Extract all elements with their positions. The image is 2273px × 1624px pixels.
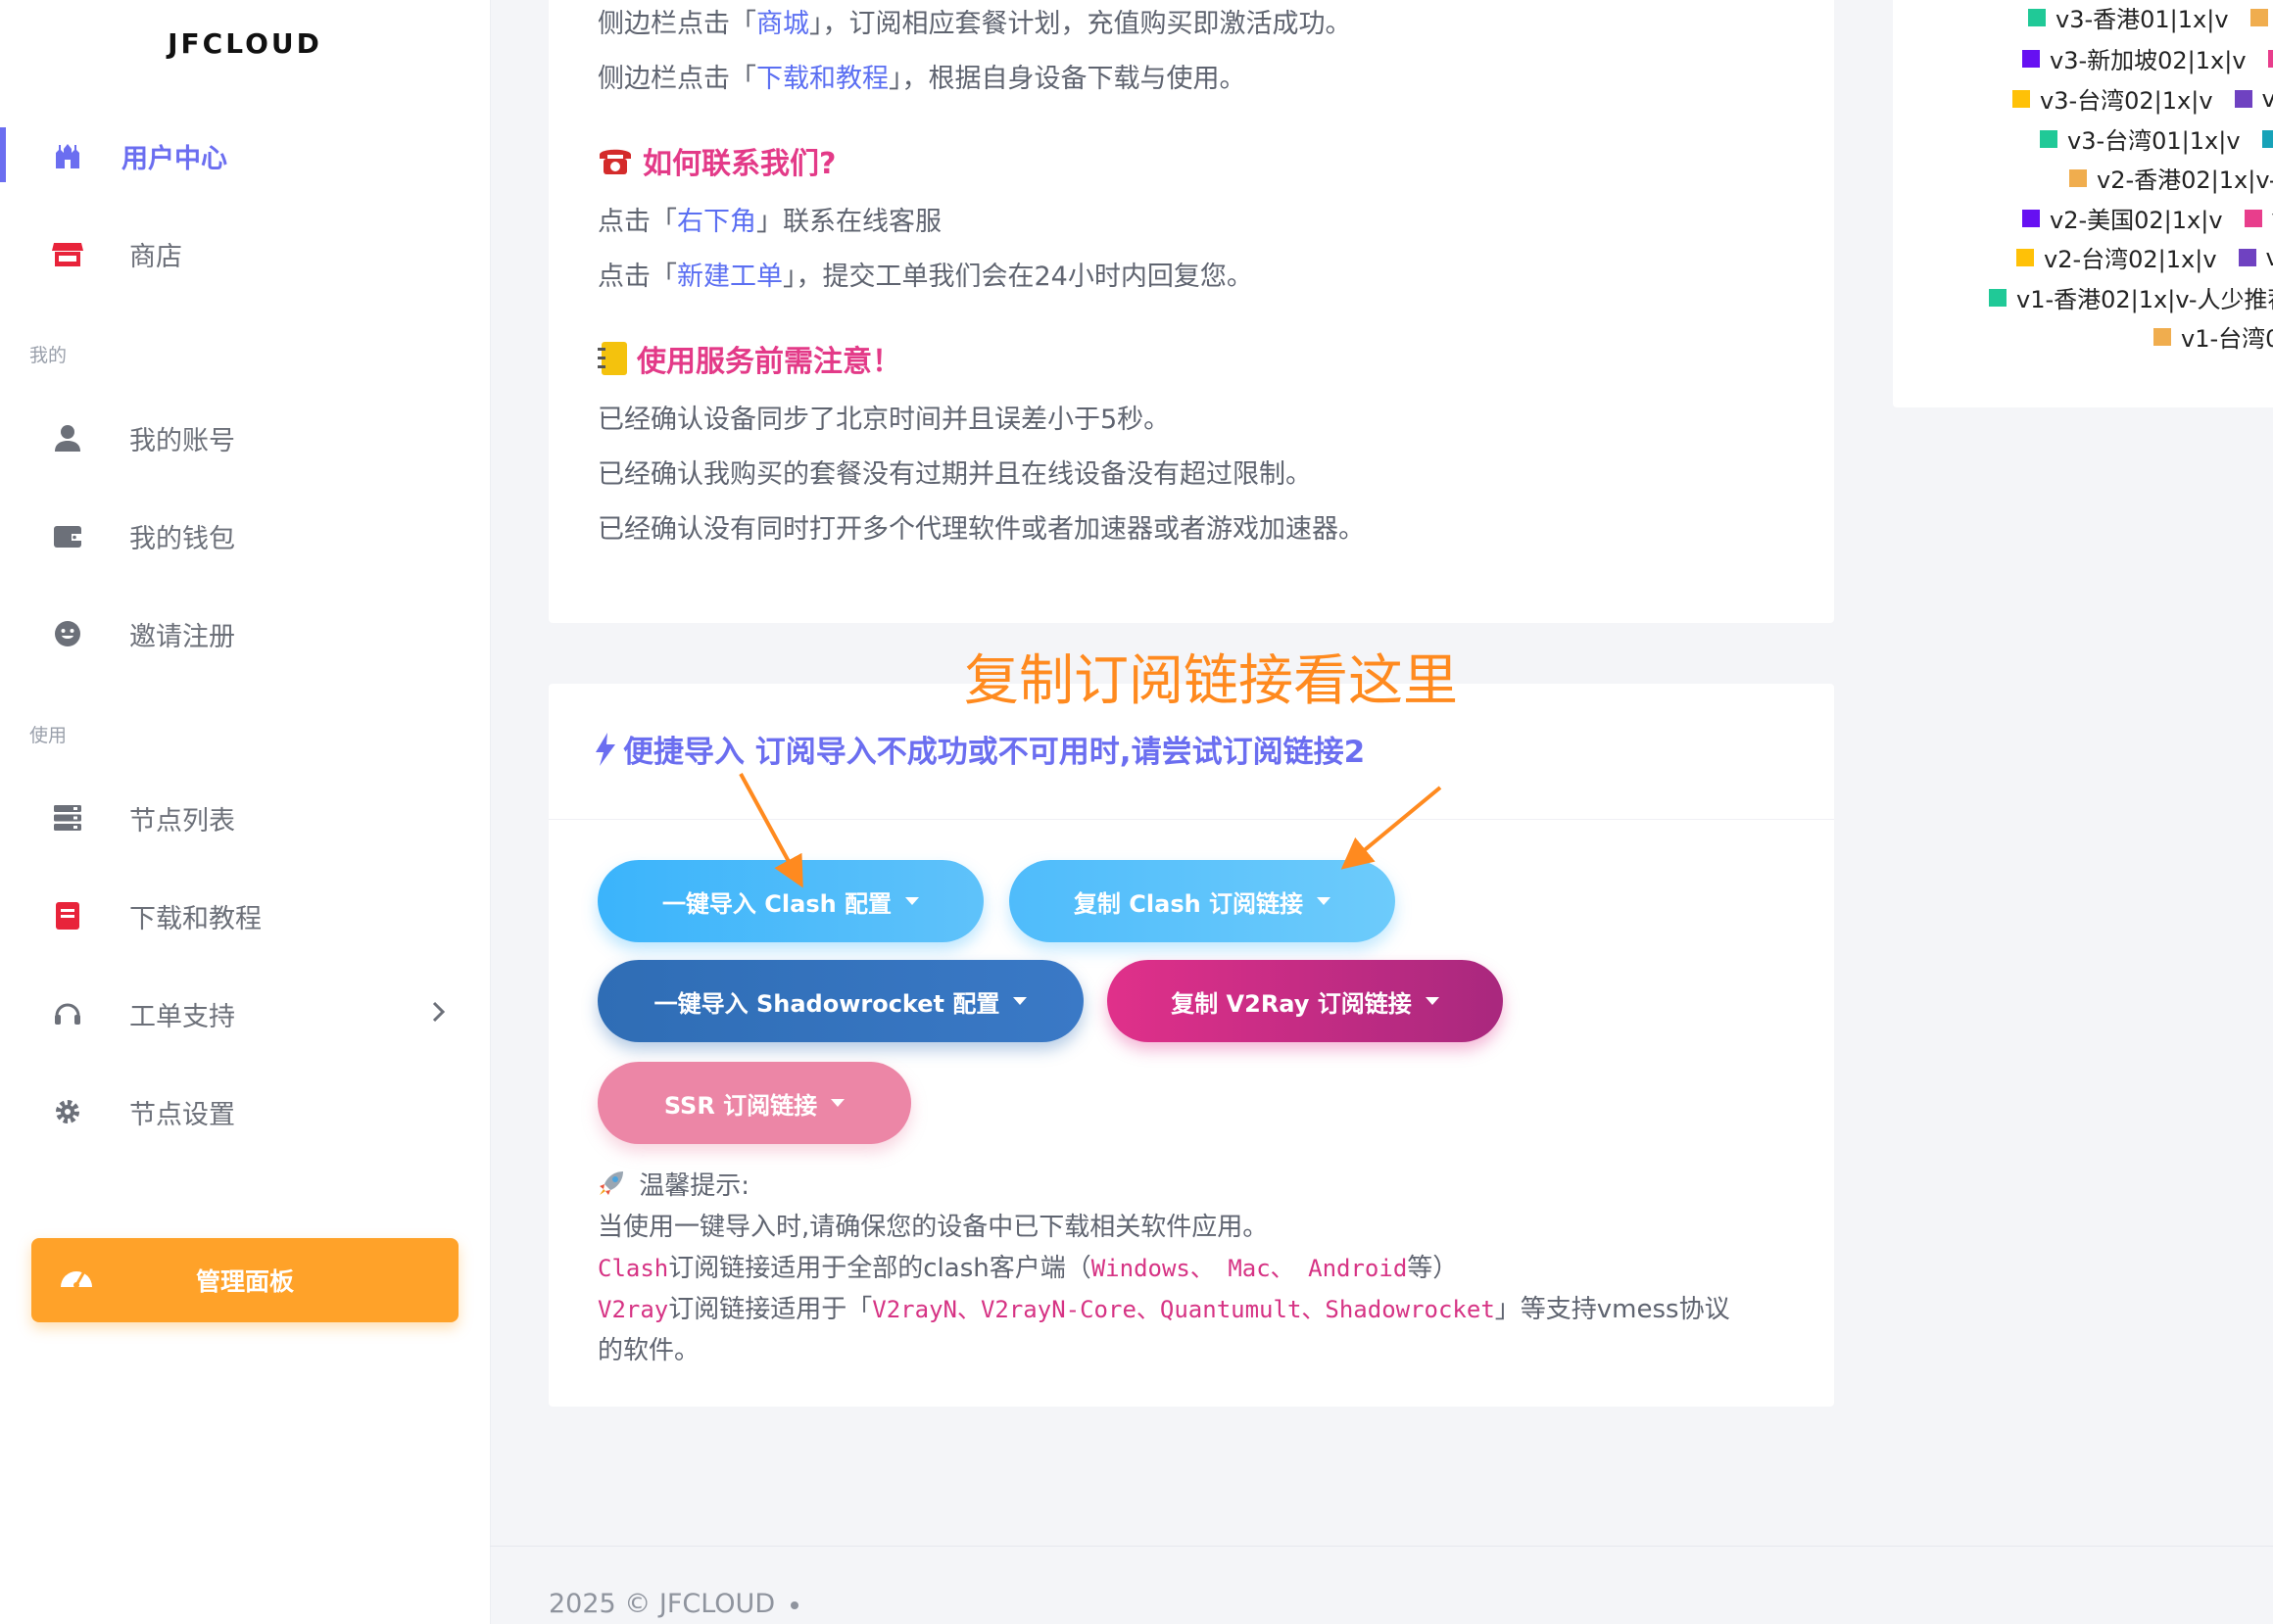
rocket-icon	[598, 1170, 625, 1204]
node-legend-item: v1-台湾0	[2153, 319, 2273, 354]
node-legend-item: v3-台湾02|1x|v v3	[2012, 81, 2273, 116]
legend-swatch	[2012, 89, 2030, 108]
node-name: v2-台湾02|1x|v	[2044, 246, 2217, 273]
node-legend-item: v3-台湾01|1x|v v	[2040, 121, 2273, 156]
legend-swatch	[2234, 89, 2252, 108]
legend-swatch	[1989, 288, 2007, 307]
legend-next-item: v3	[2249, 4, 2273, 31]
node-legend-item: v2-美国02|1x|v v2	[2022, 201, 2273, 235]
tip-line-v2ray-cont: 的软件。	[598, 1336, 701, 1365]
legend-swatch	[2022, 209, 2040, 227]
node-name: v1-台湾0	[2181, 325, 2273, 353]
legend-swatch	[2153, 327, 2171, 346]
legend-next-item: v2	[2244, 205, 2273, 232]
legend-next-item: v3	[2234, 84, 2273, 113]
footer-divider	[490, 1546, 2273, 1547]
node-name: v3-香港01|1x|v	[2055, 6, 2229, 33]
tip-title: 温馨提示:	[598, 1166, 750, 1204]
node-name: v3-新加坡02|1x|v	[2050, 47, 2247, 74]
node-name: v3	[2261, 84, 2273, 113]
legend-swatch	[2069, 168, 2087, 187]
legend-next-item: v	[2261, 125, 2273, 153]
dot-icon	[791, 1600, 799, 1609]
legend-swatch	[2028, 8, 2046, 26]
footer: 2025 © JFCLOUD	[549, 1589, 799, 1619]
arrow-to-copy-clash	[1340, 786, 1442, 870]
legend-next-item: v2	[2238, 243, 2273, 271]
node-legend-item: v3-新加坡02|1x|v	[2022, 41, 2273, 75]
tip-line-v2ray: V2ray订阅链接适用于「V2rayN、V2rayN-Core、Quantumu…	[598, 1295, 1730, 1324]
node-legend-item: v2-台湾02|1x|v v2	[2016, 240, 2273, 274]
node-name: v1-香港02|1x|v-人少推荐	[2016, 286, 2273, 313]
node-name: v3-台湾02|1x|v	[2040, 87, 2213, 115]
legend-swatch	[2267, 49, 2273, 68]
legend-swatch	[2016, 248, 2034, 266]
legend-next-item	[2267, 49, 2273, 68]
node-name: v2-香港02|1x|v-	[2097, 167, 2273, 194]
legend-swatch	[2238, 248, 2256, 266]
legend-swatch	[2022, 49, 2040, 68]
arrow-to-import-clash	[739, 773, 803, 888]
tip-line-import: 当使用一键导入时,请确保您的设备中已下载相关软件应用。	[598, 1213, 1269, 1242]
node-legend-item: v1-香港02|1x|v-人少推荐	[1989, 280, 2273, 314]
node-name: v2-美国02|1x|v	[2050, 207, 2223, 234]
node-name: v2	[2265, 243, 2273, 271]
tip-line-clash: Clash订阅链接适用于全部的clash客户端（Windows、 Mac、 An…	[598, 1254, 1459, 1283]
legend-swatch	[2244, 209, 2262, 227]
node-name: v3-台湾01|1x|v	[2067, 127, 2241, 155]
legend-swatch	[2040, 129, 2057, 148]
legend-swatch	[2261, 129, 2273, 148]
node-legend-item: v3-香港01|1x|v v3	[2028, 0, 2273, 34]
legend-swatch	[2249, 8, 2268, 26]
node-legend-item: v2-香港02|1x|v-	[2069, 161, 2273, 195]
